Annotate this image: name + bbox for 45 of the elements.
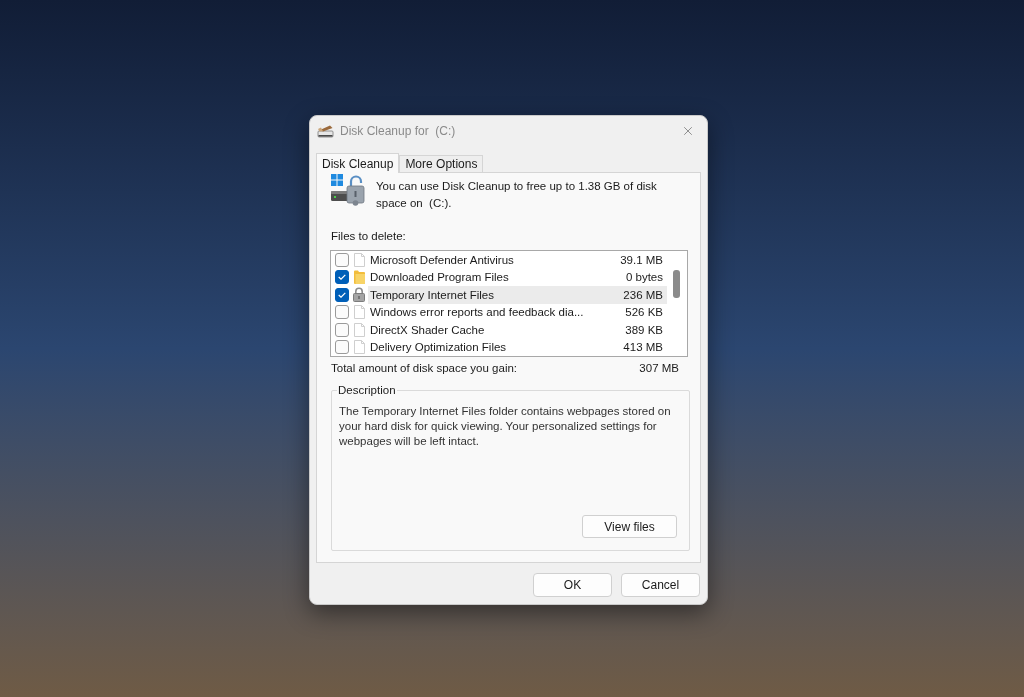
- total-label: Total amount of disk space you gain:: [331, 361, 518, 376]
- file-size: 39.1 MB: [620, 252, 663, 267]
- checkmark-icon: [338, 291, 346, 298]
- dialog-button[interactable]: Cancel: [621, 573, 700, 597]
- file-name: DirectX Shader Cache: [370, 322, 485, 337]
- checkbox[interactable]: [335, 287, 349, 302]
- file-row[interactable]: Temporary Internet Files 236 MB: [368, 286, 667, 304]
- checkbox[interactable]: [335, 270, 349, 285]
- file-row[interactable]: Delivery Optimization Files 413 MB: [368, 338, 667, 356]
- tab[interactable]: Disk Cleanup: [316, 153, 400, 173]
- blank-page-icon: [353, 322, 365, 337]
- description-legend: Description: [337, 383, 397, 398]
- checkbox[interactable]: [335, 340, 349, 355]
- drive-brush-icon: [317, 123, 335, 138]
- file-size: 413 MB: [623, 340, 663, 355]
- file-size: 236 MB: [623, 287, 663, 302]
- folder-icon: [353, 270, 365, 285]
- dialog-button[interactable]: OK: [533, 573, 612, 597]
- file-size: 389 KB: [625, 322, 663, 337]
- window-title: Disk Cleanup for (C:): [340, 122, 456, 140]
- file-row[interactable]: Downloaded Program Files 0 bytes: [368, 268, 667, 286]
- tab[interactable]: More Options: [399, 155, 484, 172]
- intro-text: You can use Disk Cleanup to free up to 1.38 GB of disk space on (C:).: [376, 179, 658, 211]
- padlock-icon: [353, 287, 365, 303]
- file-row[interactable]: Windows error reports and feedback dia... 526 KB: [368, 303, 667, 321]
- file-size: 0 bytes: [625, 270, 663, 285]
- file-size: 526 KB: [625, 305, 663, 320]
- drive-lock-icon: [331, 174, 365, 206]
- checkmark-icon: [338, 274, 346, 281]
- blank-page-icon: [353, 305, 365, 320]
- file-name: Delivery Optimization Files: [370, 340, 507, 355]
- file-name: Microsoft Defender Antivirus: [370, 252, 514, 267]
- file-name: Downloaded Program Files: [370, 270, 509, 285]
- file-row[interactable]: Microsoft Defender Antivirus 39.1 MB: [368, 251, 667, 269]
- file-name: Temporary Internet Files: [370, 287, 494, 302]
- checkbox[interactable]: [335, 305, 349, 320]
- view-files-button[interactable]: View files: [582, 515, 677, 538]
- files-label: Files to delete:: [331, 229, 406, 244]
- description-text: The Temporary Internet Files folder contains webpages stored on your hard disk for quick viewing. Your personalized settings for webpages will be left intact.: [339, 404, 672, 449]
- total-value: 307 MB: [639, 361, 679, 376]
- file-row[interactable]: DirectX Shader Cache 389 KB: [368, 321, 667, 339]
- file-name: Windows error reports and feedback dia...: [370, 305, 584, 320]
- checkbox[interactable]: [335, 322, 349, 337]
- checkbox[interactable]: [335, 252, 349, 267]
- scrollbar-thumb[interactable]: [673, 270, 680, 298]
